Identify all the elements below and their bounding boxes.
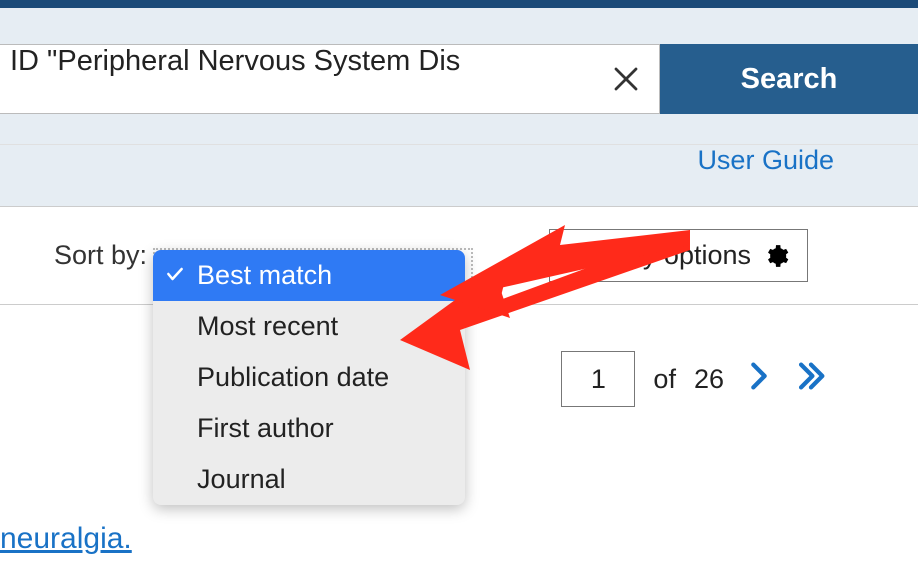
gear-icon xyxy=(763,243,789,269)
sort-dropdown[interactable]: Best match Most recent Publication date … xyxy=(153,250,465,505)
sort-option-most-recent[interactable]: Most recent xyxy=(153,301,465,352)
check-icon xyxy=(165,264,185,284)
chevron-double-right-icon xyxy=(794,359,828,393)
user-guide-row: User Guide xyxy=(0,145,918,207)
sort-option-label: Most recent xyxy=(197,311,338,341)
next-page-button[interactable] xyxy=(742,359,776,400)
sort-option-label: Publication date xyxy=(197,362,389,392)
result-link-fragment[interactable]: neuralgia. xyxy=(0,522,132,556)
current-page-input[interactable]: 1 xyxy=(561,351,635,407)
sort-by-label: Sort by: xyxy=(54,240,147,271)
sort-option-publication-date[interactable]: Publication date xyxy=(153,352,465,403)
top-accent-bar xyxy=(0,0,918,8)
display-options-label: Display options xyxy=(568,240,751,271)
sort-option-label: Journal xyxy=(197,464,286,494)
sort-option-best-match[interactable]: Best match xyxy=(153,250,465,301)
pager-of-label: of xyxy=(653,364,676,395)
search-button[interactable]: Search xyxy=(660,44,918,114)
sort-option-journal[interactable]: Journal xyxy=(153,454,465,505)
search-input[interactable]: ID "Peripheral Nervous System Dis xyxy=(0,45,593,113)
close-icon xyxy=(611,64,641,94)
search-input-container: ID "Peripheral Nervous System Dis xyxy=(0,44,660,114)
tools-row: Sort by: Best match Most recent Publicat… xyxy=(0,207,918,305)
sort-option-label: Best match xyxy=(197,260,332,290)
user-guide-link[interactable]: User Guide xyxy=(697,145,834,175)
chevron-right-icon xyxy=(742,359,776,393)
display-options-button[interactable]: Display options xyxy=(549,229,808,282)
sort-option-label: First author xyxy=(197,413,334,443)
last-page-button[interactable] xyxy=(794,359,828,400)
search-bar-row: ID "Peripheral Nervous System Dis Search xyxy=(0,8,918,145)
pager-total-pages: 26 xyxy=(694,364,724,395)
clear-search-button[interactable] xyxy=(593,45,659,113)
sort-option-first-author[interactable]: First author xyxy=(153,403,465,454)
